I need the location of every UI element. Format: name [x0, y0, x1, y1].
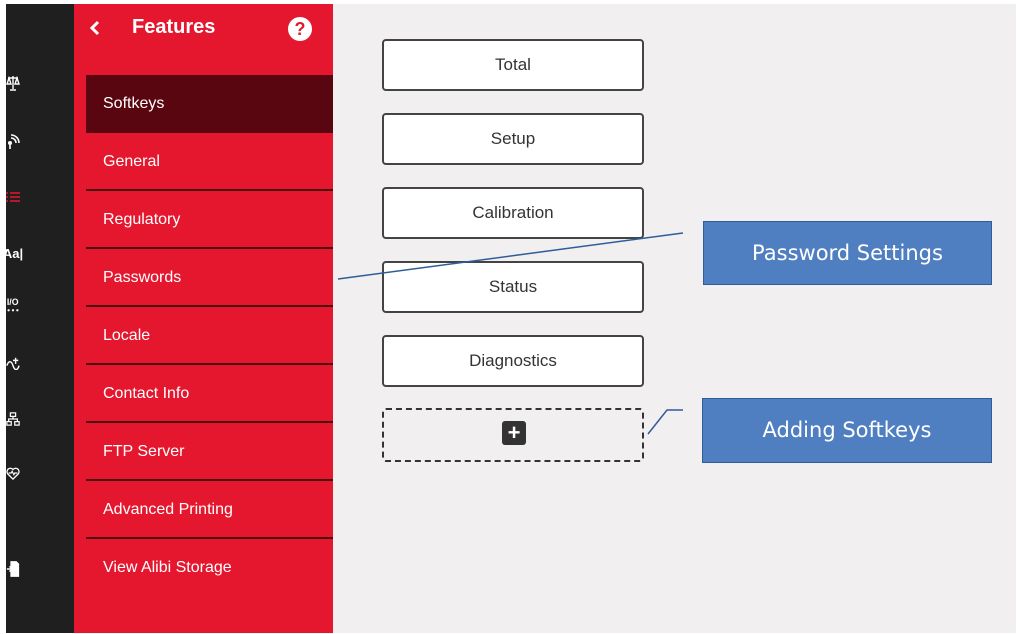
softkey-total[interactable]: Total — [382, 39, 644, 91]
list-icon[interactable] — [6, 188, 20, 206]
menu-item-label: View Alibi Storage — [103, 559, 232, 576]
svg-text:I/O: I/O — [7, 297, 19, 307]
menu-item-passwords[interactable]: Passwords — [86, 249, 333, 307]
health-icon[interactable] — [6, 464, 20, 482]
transfer-icon[interactable] — [6, 354, 20, 372]
menu-item-general[interactable]: General — [86, 133, 333, 191]
menu-item-label: FTP Server — [103, 443, 185, 460]
menu-item-label: Advanced Printing — [103, 501, 233, 518]
export-icon[interactable] — [6, 560, 20, 578]
menu-item-contact-info[interactable]: Contact Info — [86, 365, 333, 423]
icon-rail: Aa| I/O — [3, 4, 74, 633]
menu-item-label: Softkeys — [103, 95, 165, 112]
menu-item-advanced-printing[interactable]: Advanced Printing — [86, 481, 333, 539]
menu-item-softkeys[interactable]: Softkeys — [86, 75, 333, 133]
menu-item-ftp-server[interactable]: FTP Server — [86, 423, 333, 481]
add-softkey-button[interactable]: + — [382, 408, 644, 462]
scale-icon[interactable] — [6, 74, 20, 92]
menu-item-view-alibi-storage[interactable]: View Alibi Storage — [86, 539, 333, 597]
menu-item-label: Passwords — [103, 269, 182, 286]
menu-item-regulatory[interactable]: Regulatory — [86, 191, 333, 249]
softkey-diagnostics[interactable]: Diagnostics — [382, 335, 644, 387]
menu-item-label: Locale — [103, 327, 151, 344]
softkey-calibration[interactable]: Calibration — [382, 187, 644, 239]
plus-icon: + — [502, 421, 526, 445]
menu-header: Features ? — [74, 4, 333, 54]
softkey-status[interactable]: Status — [382, 261, 644, 313]
softkeys-panel: Total Setup Calibration Status Diagnosti… — [333, 4, 1016, 633]
menu-item-label: Regulatory — [103, 211, 181, 228]
adding-softkeys-callout: Adding Softkeys — [702, 398, 992, 463]
hierarchy-icon[interactable] — [6, 410, 20, 428]
password-settings-callout: Password Settings — [703, 221, 992, 285]
menu-item-label: Contact Info — [103, 385, 190, 402]
softkey-setup[interactable]: Setup — [382, 113, 644, 165]
network-icon[interactable] — [6, 132, 20, 150]
page-title: Features — [132, 16, 216, 38]
help-icon[interactable]: ? — [288, 17, 312, 41]
menu-item-label: General — [103, 153, 160, 170]
text-format-icon[interactable]: Aa| — [3, 244, 23, 262]
menu-item-locale[interactable]: Locale — [86, 307, 333, 365]
back-chevron-icon[interactable] — [88, 18, 102, 38]
features-menu: Features ? Softkeys General Regulatory P… — [74, 4, 333, 633]
io-icon[interactable]: I/O — [6, 296, 20, 314]
